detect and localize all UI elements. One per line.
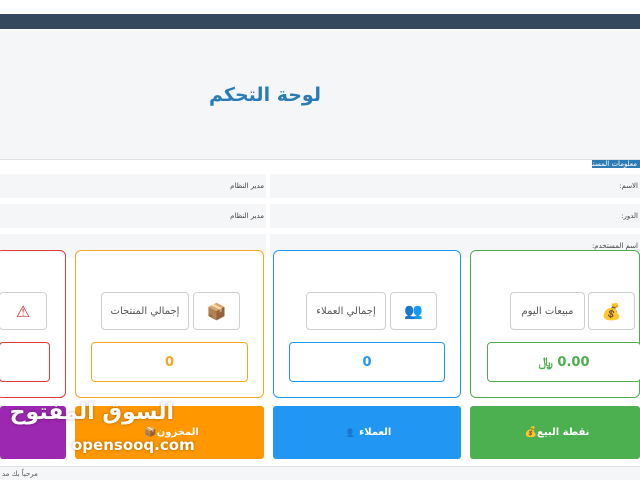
stat-card-label: إجمالي المنتجات bbox=[101, 292, 189, 330]
customers-button-label: العملاء bbox=[359, 427, 392, 438]
stat-card-value bbox=[0, 342, 50, 382]
pos-button-label: نقطة البيع bbox=[537, 427, 590, 438]
stat-card-value: 0 bbox=[91, 342, 248, 382]
money-bag-icon: 💰 bbox=[524, 427, 538, 438]
pos-button[interactable]: نقطة البيع 💰 bbox=[470, 406, 640, 459]
customers-button[interactable]: العملاء 👥 bbox=[273, 406, 461, 459]
stat-card-today-sales[interactable]: 💰 مبيعات اليوم 0.00 ﷼ bbox=[470, 250, 640, 398]
stat-card-warning[interactable]: ⚠ bbox=[0, 250, 66, 398]
user-info-legend: معلومات المستخدم bbox=[592, 160, 640, 168]
top-navbar bbox=[0, 14, 640, 29]
user-info-row-role: الدور: مدير النظام bbox=[0, 204, 640, 228]
user-info-value: مدير النظام bbox=[0, 204, 266, 228]
box-icon: 📦 bbox=[193, 292, 240, 330]
money-bag-icon: 💰 bbox=[588, 292, 635, 330]
user-info-section: معلومات المستخدم الاسم: مدير النظام الدو… bbox=[0, 160, 640, 264]
stat-card-total-customers[interactable]: 👥 إجمالي العملاء 0 bbox=[273, 250, 461, 398]
stat-card-label: مبيعات اليوم bbox=[510, 292, 585, 330]
box-icon: 📦 bbox=[144, 427, 157, 438]
dashboard-page: لوحة التحكم معلومات المستخدم الاسم: مدير… bbox=[0, 0, 640, 480]
users-icon: 👥 bbox=[346, 427, 360, 438]
stat-card-total-products[interactable]: 📦 إجمالي المنتجات 0 bbox=[75, 250, 264, 398]
user-info-label: الاسم: bbox=[270, 174, 640, 198]
footer-welcome-text: مرحباً بك مد bbox=[2, 470, 38, 478]
warning-icon: ⚠ bbox=[0, 292, 47, 330]
user-info-row-name: الاسم: مدير النظام bbox=[0, 174, 640, 198]
stat-card-value: 0.00 ﷼ bbox=[487, 342, 640, 382]
inventory-button[interactable]: المخزون 📦 bbox=[75, 406, 264, 459]
stat-card-label: إجمالي العملاء bbox=[306, 292, 386, 330]
user-info-value: مدير النظام bbox=[0, 174, 266, 198]
footer-bar: مرحباً بك مد bbox=[0, 466, 640, 480]
users-icon: 👥 bbox=[390, 292, 437, 330]
user-info-label: الدور: bbox=[270, 204, 640, 228]
stat-card-value: 0 bbox=[289, 342, 445, 382]
extra-button[interactable] bbox=[0, 406, 66, 459]
header-panel: لوحة التحكم bbox=[0, 30, 640, 160]
inventory-button-label: المخزون bbox=[156, 427, 199, 438]
page-title: لوحة التحكم bbox=[209, 84, 321, 106]
